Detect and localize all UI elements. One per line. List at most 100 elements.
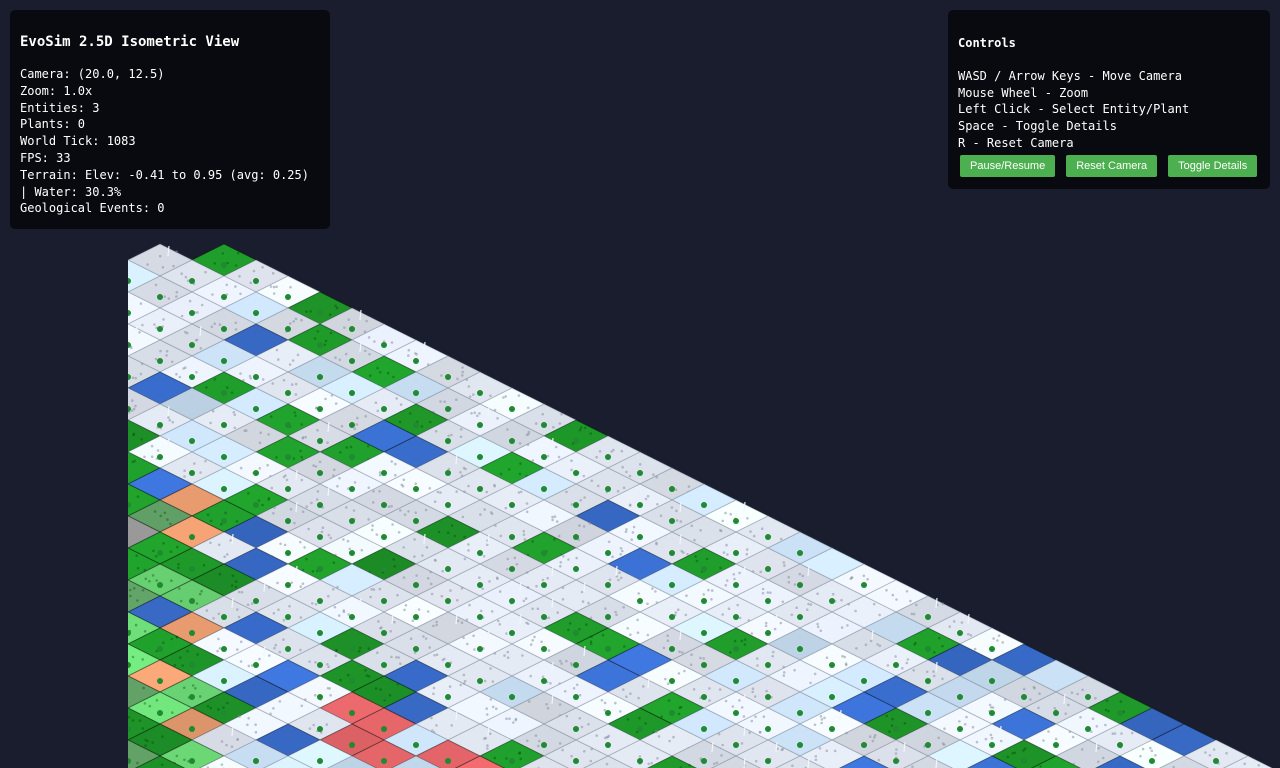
plant-dot[interactable] [669,518,675,524]
plant-dot[interactable] [317,630,323,636]
plant-dot[interactable] [477,422,483,428]
plant-dot[interactable] [893,662,899,668]
plant-dot[interactable] [189,278,195,284]
plant-dot[interactable] [957,694,963,700]
plant-dot[interactable] [381,694,387,700]
plant-dot[interactable] [989,678,995,684]
plant-dot[interactable] [157,358,163,364]
plant-dot[interactable] [157,454,163,460]
plant-dot[interactable] [733,710,739,716]
plant-dot[interactable] [445,406,451,412]
plant-dot[interactable] [701,598,707,604]
plant-dot[interactable] [381,406,387,412]
plant-dot[interactable] [381,566,387,572]
plant-dot[interactable] [221,294,227,300]
plant-dot[interactable] [317,598,323,604]
plant-dot[interactable] [573,694,579,700]
plant-dot[interactable] [157,678,163,684]
reset-camera-button[interactable]: Reset Camera [1066,154,1158,177]
plant-dot[interactable] [701,662,707,668]
plant-dot[interactable] [221,326,227,332]
plant-dot[interactable] [349,358,355,364]
plant-dot[interactable] [765,726,771,732]
plant-dot[interactable] [413,582,419,588]
plant-dot[interactable] [765,598,771,604]
plant-dot[interactable] [509,438,515,444]
plant-dot[interactable] [669,582,675,588]
plant-dot[interactable] [349,646,355,652]
plant-dot[interactable] [349,518,355,524]
plant-dot[interactable] [349,614,355,620]
plant-dot[interactable] [829,726,835,732]
plant-dot[interactable] [349,422,355,428]
plant-dot[interactable] [381,342,387,348]
plant-dot[interactable] [349,678,355,684]
plant-dot[interactable] [605,550,611,556]
plant-dot[interactable] [221,710,227,716]
plant-dot[interactable] [189,566,195,572]
plant-dot[interactable] [285,390,291,396]
plant-dot[interactable] [733,678,739,684]
plant-dot[interactable] [669,614,675,620]
plant-dot[interactable] [381,502,387,508]
plant-dot[interactable] [221,678,227,684]
plant-dot[interactable] [573,534,579,540]
plant-dot[interactable] [349,390,355,396]
plant-dot[interactable] [477,550,483,556]
plant-dot[interactable] [733,614,739,620]
plant-dot[interactable] [189,374,195,380]
plant-dot[interactable] [349,454,355,460]
plant-dot[interactable] [157,710,163,716]
pause-resume-button[interactable]: Pause/Resume [960,154,1056,177]
plant-dot[interactable] [349,486,355,492]
plant-dot[interactable] [189,662,195,668]
plant-dot[interactable] [253,598,259,604]
plant-dot[interactable] [285,646,291,652]
plant-dot[interactable] [349,550,355,556]
plant-dot[interactable] [765,662,771,668]
plant-dot[interactable] [349,742,355,748]
plant-dot[interactable] [541,582,547,588]
plant-dot[interactable] [317,694,323,700]
plant-dot[interactable] [573,662,579,668]
plant-dot[interactable] [317,342,323,348]
plant-dot[interactable] [829,694,835,700]
plant-dot[interactable] [253,470,259,476]
plant-dot[interactable] [605,582,611,588]
plant-dot[interactable] [445,758,451,764]
plant-dot[interactable] [669,550,675,556]
plant-dot[interactable] [189,310,195,316]
plant-dot[interactable] [317,758,323,764]
plant-dot[interactable] [509,694,515,700]
plant-dot[interactable] [765,758,771,764]
plant-dot[interactable] [605,742,611,748]
plant-dot[interactable] [285,614,291,620]
plant-dot[interactable] [1085,694,1091,700]
plant-dot[interactable] [253,406,259,412]
plant-dot[interactable] [765,630,771,636]
plant-dot[interactable] [669,678,675,684]
plant-dot[interactable] [989,710,995,716]
plant-dot[interactable] [285,294,291,300]
plant-dot[interactable] [541,486,547,492]
plant-dot[interactable] [541,422,547,428]
plant-dot[interactable] [477,390,483,396]
plant-dot[interactable] [733,582,739,588]
plant-dot[interactable] [285,518,291,524]
plant-dot[interactable] [1117,710,1123,716]
plant-dot[interactable] [573,502,579,508]
plant-dot[interactable] [157,582,163,588]
plant-dot[interactable] [573,566,579,572]
plant-dot[interactable] [797,550,803,556]
plant-dot[interactable] [637,534,643,540]
plant-dot[interactable] [509,406,515,412]
plant-dot[interactable] [221,390,227,396]
plant-dot[interactable] [733,518,739,524]
plant-dot[interactable] [701,694,707,700]
plant-dot[interactable] [701,502,707,508]
plant-dot[interactable] [317,438,323,444]
plant-dot[interactable] [381,758,387,764]
plant-dot[interactable] [413,614,419,620]
plant-dot[interactable] [893,758,899,764]
plant-dot[interactable] [221,582,227,588]
